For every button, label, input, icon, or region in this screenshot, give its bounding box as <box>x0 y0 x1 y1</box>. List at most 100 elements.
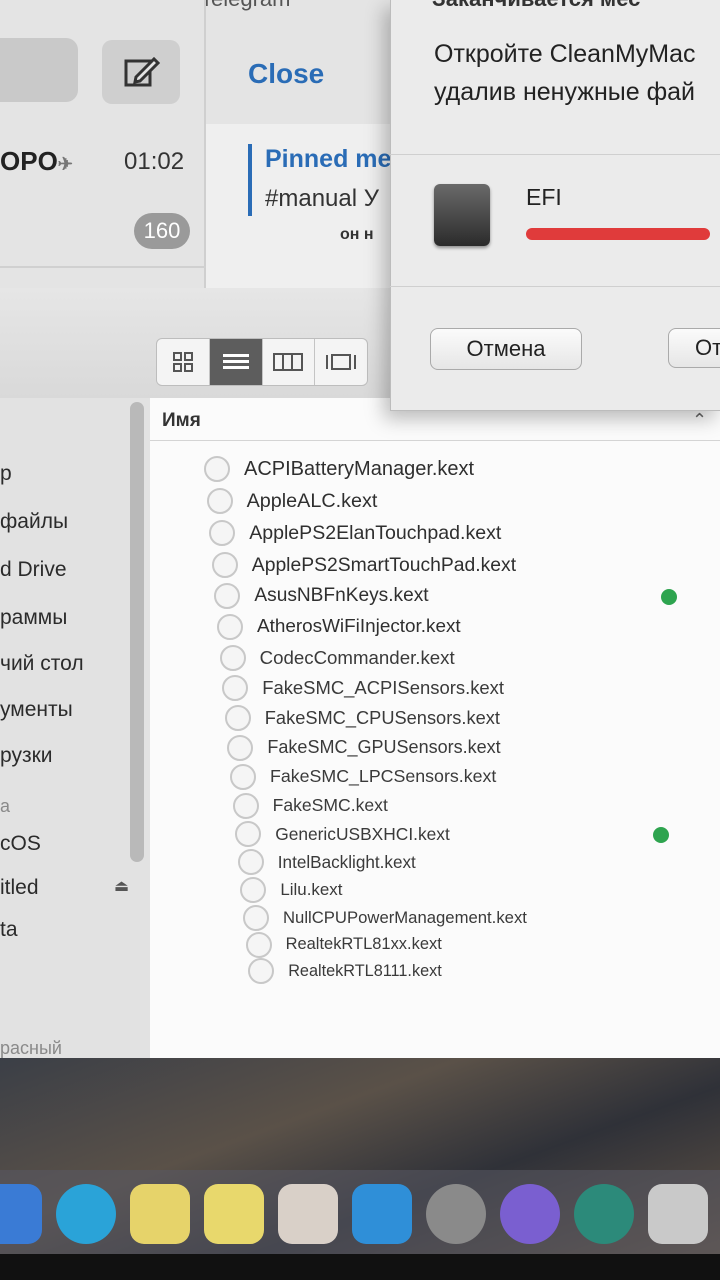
pinned-message-label[interactable]: Pinned me <box>265 145 391 174</box>
cancel-button[interactable]: Отмена <box>430 328 582 370</box>
kext-bundle-icon <box>217 614 243 641</box>
file-name: FakeSMC.kext <box>272 795 388 816</box>
sidebar-item-downloads[interactable]: рузки <box>0 744 53 768</box>
sidebar-item-all-files[interactable]: файлы <box>0 510 68 534</box>
chat-name[interactable]: OPO✈ <box>0 146 73 177</box>
file-row[interactable]: ApplePS2SmartTouchPad.kext <box>211 552 516 579</box>
view-mode-segmented-control[interactable] <box>156 338 368 386</box>
hard-drive-icon <box>434 184 490 246</box>
file-row[interactable]: AsusNBFnKeys.kext <box>214 583 429 610</box>
telegram-icon[interactable] <box>56 1184 116 1244</box>
file-row[interactable]: GenericUSBXHCI.kext <box>235 821 450 848</box>
search-field[interactable] <box>0 38 78 102</box>
file-name: FakeSMC_ACPISensors.kext <box>262 677 505 699</box>
file-row[interactable]: ApplePS2ElanTouchpad.kext <box>209 520 502 547</box>
siri-icon[interactable] <box>500 1184 560 1244</box>
file-name: ApplePS2ElanTouchpad.kext <box>249 521 502 544</box>
sidebar-item-desktop[interactable]: p <box>0 462 12 486</box>
kext-bundle-icon <box>227 734 254 761</box>
file-row[interactable]: AtherosWiFiInjector.kext <box>217 614 461 641</box>
disk-usage-bar <box>526 228 710 240</box>
sidebar-item-data[interactable]: ta <box>0 918 18 942</box>
kext-bundle-icon <box>211 552 238 579</box>
columns-icon <box>273 353 304 371</box>
disk-name: EFI <box>526 184 562 210</box>
file-row[interactable]: FakeSMC_LPCSensors.kext <box>230 763 497 790</box>
dialog-message-line2: удалив ненужные фай <box>434 78 696 106</box>
system-preferences-icon[interactable] <box>426 1184 486 1244</box>
gallery-icon <box>326 354 357 370</box>
file-row[interactable]: Lilu.kext <box>240 877 343 904</box>
file-row[interactable]: RealtekRTL81xx.kext <box>245 931 442 958</box>
file-row[interactable]: AppleALC.kext <box>206 488 378 515</box>
sidebar-item-macos[interactable]: cOS <box>0 832 41 856</box>
close-button[interactable]: Close <box>248 58 324 90</box>
list-icon <box>222 354 249 369</box>
message-preview: он н <box>340 226 374 243</box>
file-row[interactable]: RealtekRTL8111.kext <box>248 958 442 985</box>
kext-bundle-icon <box>240 877 267 904</box>
itunes-icon[interactable] <box>278 1184 338 1244</box>
file-name: AtherosWiFiInjector.kext <box>257 616 461 638</box>
kext-bundle-icon <box>214 583 241 610</box>
pinned-message-text[interactable]: #manual У <box>265 185 379 213</box>
gallery-view-button[interactable] <box>315 339 367 385</box>
file-row[interactable]: NullCPUPowerManagement.kext <box>243 904 527 931</box>
kext-bundle-icon <box>219 645 246 672</box>
sort-ascending-icon[interactable]: ⌃ <box>692 410 707 431</box>
file-name: Lilu.kext <box>280 880 343 900</box>
kext-bundle-icon <box>230 763 256 790</box>
file-name: FakeSMC_CPUSensors.kext <box>264 707 500 729</box>
sidebar-scrollbar[interactable] <box>130 402 144 862</box>
file-name: FakeSMC_LPCSensors.kext <box>270 766 497 787</box>
kext-bundle-icon <box>206 488 233 515</box>
sidebar-item-desktop-folder[interactable]: чий стол <box>0 652 84 676</box>
icon-view-button[interactable] <box>157 339 210 385</box>
dialog-message-line1: Откройте CleanMyMac <box>434 40 696 68</box>
notes-icon[interactable] <box>130 1184 190 1244</box>
chat-time: 01:02 <box>124 148 185 175</box>
chat-name-text: OPO <box>0 146 58 176</box>
pinned-bar-indicator <box>248 144 252 216</box>
kext-bundle-icon <box>237 849 264 876</box>
file-row[interactable]: FakeSMC_CPUSensors.kext <box>224 705 500 732</box>
finder-icon[interactable] <box>0 1184 42 1244</box>
file-row[interactable]: FakeSMC.kext <box>232 792 388 819</box>
sidebar-section-header: а <box>0 796 11 816</box>
dialog-title: Заканчивается мес <box>432 0 640 12</box>
file-row[interactable]: CodecCommander.kext <box>219 645 455 672</box>
file-name: RealtekRTL8111.kext <box>288 961 442 980</box>
file-name: ACPIBatteryManager.kext <box>244 457 475 480</box>
kext-bundle-icon <box>209 520 236 547</box>
column-header-name[interactable]: Имя <box>162 410 201 432</box>
cleanmymac-icon[interactable] <box>574 1184 634 1244</box>
file-name: AppleALC.kext <box>246 489 378 512</box>
grid-icon <box>172 352 193 372</box>
column-view-button[interactable] <box>263 339 316 385</box>
sidebar-item-documents[interactable]: ументы <box>0 698 73 722</box>
file-name: IntelBacklight.kext <box>277 851 416 872</box>
file-row[interactable]: ACPIBatteryManager.kext <box>204 456 474 482</box>
compose-icon <box>124 56 160 87</box>
kext-bundle-icon <box>248 958 275 985</box>
stickies-icon[interactable] <box>204 1184 264 1244</box>
kext-bundle-icon <box>235 821 262 848</box>
file-row[interactable]: FakeSMC_GPUSensors.kext <box>227 734 501 761</box>
sidebar-item-applications[interactable]: раммы <box>0 606 67 630</box>
file-row[interactable]: FakeSMC_ACPISensors.kext <box>222 675 505 702</box>
app-store-icon[interactable] <box>352 1184 412 1244</box>
sidebar-item-icloud-drive[interactable]: d Drive <box>0 558 67 582</box>
unread-badge: 160 <box>134 213 190 249</box>
compose-button[interactable] <box>102 40 180 104</box>
eject-icon[interactable]: ⏏ <box>114 876 129 896</box>
trash-icon[interactable] <box>648 1184 708 1244</box>
file-row[interactable]: IntelBacklight.kext <box>237 849 416 876</box>
list-view-button[interactable] <box>209 339 263 385</box>
file-name: GenericUSBXHCI.kext <box>275 823 450 844</box>
finder-sidebar: p файлы d Drive раммы чий стол ументы ру… <box>0 398 150 1058</box>
sidebar-item-untitled[interactable]: itled <box>0 876 39 900</box>
sidebar-item-red-tag[interactable]: расный <box>0 1038 62 1059</box>
file-name: FakeSMC_GPUSensors.kext <box>267 737 501 758</box>
open-button[interactable]: От <box>668 328 720 368</box>
dialog-divider-bottom <box>390 286 720 287</box>
